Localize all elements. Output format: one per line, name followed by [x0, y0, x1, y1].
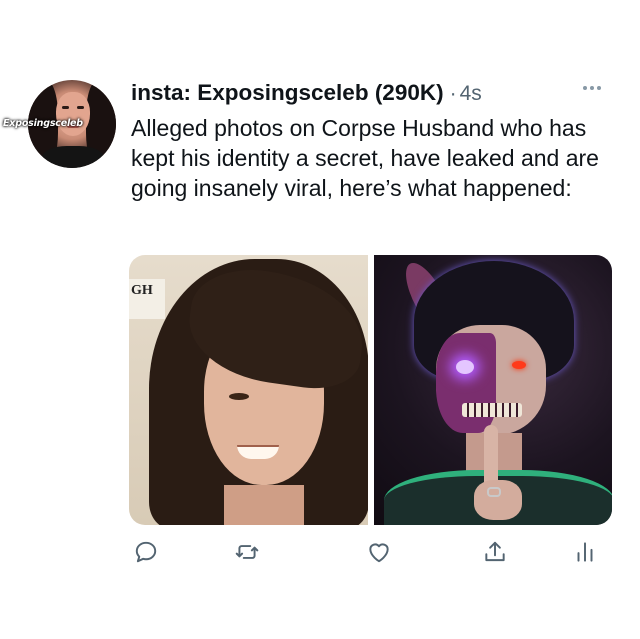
- avatar-face: [56, 92, 90, 136]
- tweet-actions: [0, 537, 640, 573]
- share-button[interactable]: [480, 537, 510, 567]
- tweet[interactable]: Exposingsceleb insta: Exposingsceleb (29…: [0, 0, 640, 639]
- tweet-timestamp[interactable]: 4s: [460, 82, 482, 106]
- illustration-hand: [474, 480, 522, 520]
- heart-icon: [369, 543, 389, 563]
- background-sign-text: GH: [131, 283, 153, 298]
- like-button[interactable]: [364, 537, 394, 567]
- bar-chart-icon: [577, 542, 593, 562]
- illustration-mask: [436, 333, 496, 433]
- more-dot: [590, 86, 594, 90]
- more-options-icon[interactable]: [583, 86, 601, 90]
- avatar-eye: [62, 106, 69, 109]
- tweet-text: Alleged photos on Corpse Husband who has…: [131, 115, 599, 201]
- tweet-media[interactable]: GH: [129, 255, 612, 525]
- analytics-button[interactable]: [570, 537, 600, 567]
- avatar-eye: [77, 106, 84, 109]
- illustration-ring: [487, 487, 501, 497]
- illustration-glowing-eye: [456, 360, 474, 374]
- tweet-header: insta: Exposingsceleb (290K) · 4s: [131, 80, 482, 110]
- avatar-shirt: [42, 146, 104, 168]
- media-photo-right[interactable]: [374, 255, 612, 525]
- illustration-red-eye: [512, 361, 526, 369]
- author-display-name[interactable]: insta: Exposingsceleb (290K): [131, 80, 444, 106]
- illustration-teeth: [462, 403, 522, 417]
- share-upload-icon: [485, 541, 505, 562]
- media-photo-left[interactable]: GH: [129, 255, 368, 525]
- avatar-watermark-label: Exposingsceleb: [3, 118, 83, 129]
- reply-button[interactable]: [131, 537, 161, 567]
- more-dot: [583, 86, 587, 90]
- retweet-icon: [235, 545, 259, 559]
- speech-bubble-icon: [135, 541, 157, 563]
- photo-eye: [229, 393, 249, 400]
- more-dot: [597, 86, 601, 90]
- retweet-button[interactable]: [232, 537, 262, 567]
- photo-neck: [224, 485, 304, 525]
- header-separator: ·: [449, 82, 457, 105]
